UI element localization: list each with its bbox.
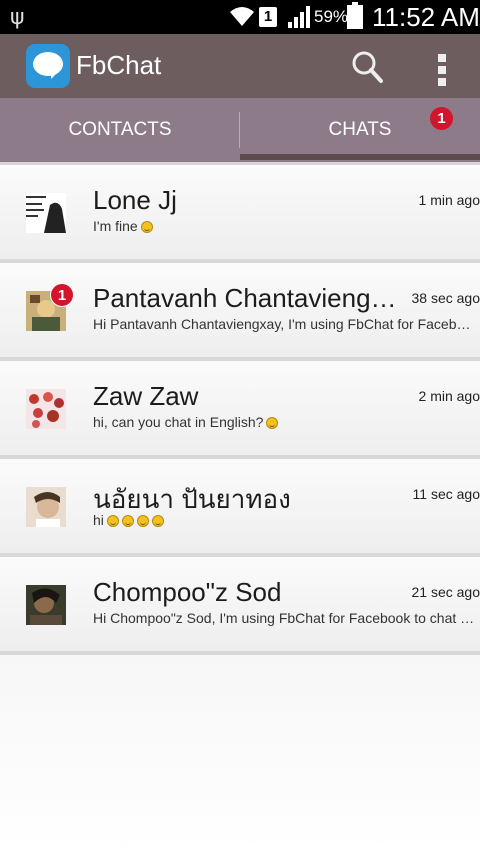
empty-list-area [0, 655, 480, 854]
tab-bar: CONTACTS CHATS [0, 98, 480, 162]
chat-bubble-icon [26, 44, 70, 88]
contact-name: Pantavanh Chantaviengxay [93, 283, 409, 313]
tab-contacts[interactable]: CONTACTS [0, 98, 240, 162]
message-text: hi, can you chat in English? [93, 414, 264, 430]
message-time: 2 min ago [418, 388, 480, 404]
message-preview: hi [93, 512, 478, 528]
chat-row[interactable]: 1 Pantavanh Chantaviengxay 38 sec ago Hi… [0, 263, 480, 361]
avatar [26, 193, 66, 233]
sim-icon: 1 [259, 7, 277, 27]
message-time: 1 min ago [418, 192, 480, 208]
message-time: 11 sec ago [412, 486, 480, 502]
action-bar: FbChat [0, 34, 480, 98]
avatar [26, 487, 66, 527]
tab-selected-indicator [240, 154, 480, 160]
smiley-icon [266, 417, 279, 429]
app-title: FbChat [76, 50, 162, 80]
overflow-menu-icon[interactable] [430, 48, 454, 88]
contact-name: Zaw Zaw [93, 381, 199, 411]
chat-row[interactable]: Zaw Zaw 2 min ago hi, can you chat in En… [0, 361, 480, 459]
avatar [26, 389, 66, 429]
smiley-icon [106, 515, 119, 527]
signal-icon [288, 6, 310, 28]
search-icon[interactable] [348, 48, 388, 88]
message-preview: Hi Pantavanh Chantaviengxay, I'm using F… [93, 316, 478, 332]
status-bar: ψ 1 59% 11:52 AM [0, 0, 480, 34]
message-text: hi [93, 512, 104, 528]
contact-name: Lone Jj [93, 185, 177, 215]
avatar [26, 585, 66, 625]
message-preview: I'm fine [93, 218, 478, 234]
chat-row[interactable]: นอัยนา ปันยาทอง 11 sec ago hi [0, 459, 480, 557]
usb-icon: ψ [10, 5, 25, 30]
wifi-icon [230, 7, 254, 26]
smiley-icon [151, 515, 164, 527]
message-preview: hi, can you chat in English? [93, 414, 478, 430]
battery-charging-icon [347, 2, 363, 29]
chat-row[interactable]: Chompoo"z Sod 21 sec ago Hi Chompoo"z So… [0, 557, 480, 655]
chats-unread-badge: 1 [430, 107, 453, 130]
chat-row[interactable]: Lone Jj 1 min ago I'm fine [0, 165, 480, 263]
message-time: 21 sec ago [411, 584, 480, 600]
battery-percent: 59% [314, 7, 349, 26]
message-text: I'm fine [93, 218, 138, 234]
message-time: 38 sec ago [411, 290, 480, 306]
smiley-icon [121, 515, 134, 527]
contact-name: Chompoo"z Sod [93, 577, 282, 607]
smiley-icon [136, 515, 149, 527]
message-preview: Hi Chompoo"z Sod, I'm using FbChat for F… [93, 610, 478, 626]
clock: 11:52 AM [372, 2, 480, 32]
chat-list[interactable]: Lone Jj 1 min ago I'm fine 1 Pantavanh C… [0, 165, 480, 655]
smiley-icon [140, 221, 153, 233]
unread-badge: 1 [50, 283, 74, 307]
